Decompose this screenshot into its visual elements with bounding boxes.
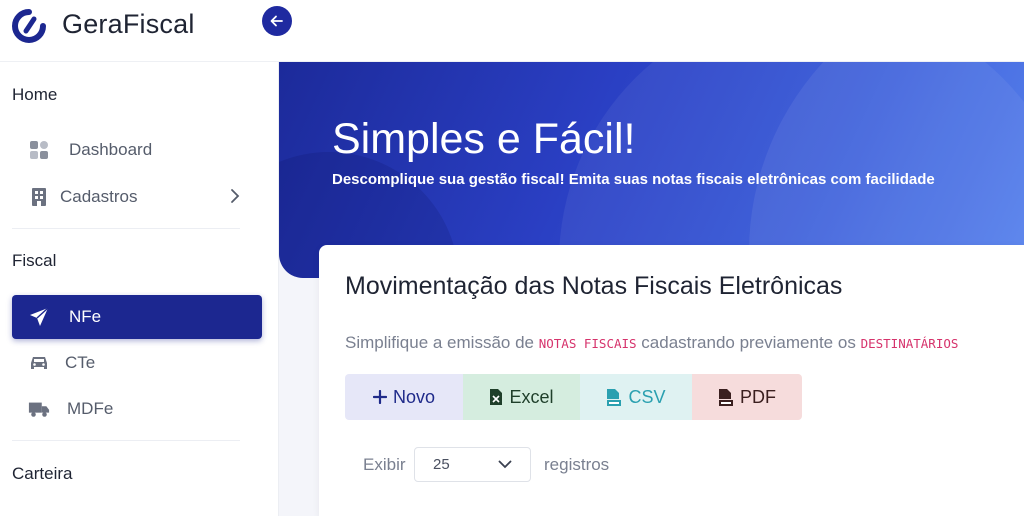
sidebar-item-cte[interactable]: CTe (12, 341, 262, 385)
new-button-label: Novo (392, 386, 436, 407)
dashboard-icon (28, 139, 50, 161)
top-header: GeraFiscal (0, 0, 1024, 62)
hero-title: Simples e Fácil! (332, 115, 636, 163)
card-description: Simplifique a emissão de NOTAS FISCAIS c… (345, 333, 958, 353)
show-label: Exibir (363, 455, 406, 474)
hero-subtitle: Descomplique sua gestão fiscal! Emita su… (332, 171, 935, 188)
section-title-carteira: Carteira (12, 464, 73, 483)
file-excel-icon (490, 389, 503, 405)
sidebar-item-label: Dashboard (69, 140, 153, 159)
page-length-value: 25 (433, 456, 450, 473)
sidebar-item-cadastros[interactable]: Cadastros (12, 175, 262, 219)
sidebar-item-dashboard[interactable]: Dashboard (12, 128, 262, 172)
building-icon (28, 186, 50, 208)
sidebar-item-label: Cadastros (60, 187, 138, 206)
nfe-card: Movimentação das Notas Fiscais Eletrônic… (319, 245, 1024, 516)
desc-text: Simplifique a emissão de (345, 333, 534, 352)
paper-plane-icon (28, 306, 50, 328)
desc-text: cadastrando previamente os (641, 333, 856, 352)
collapse-sidebar-button[interactable] (262, 6, 292, 36)
csv-button[interactable]: CSV (580, 374, 692, 420)
pdf-button-label: PDF (740, 386, 776, 407)
new-button[interactable]: Novo (345, 374, 463, 420)
desc-code-destinatarios: DESTINATÁRIOS (860, 336, 959, 351)
excel-button-label: Excel (509, 386, 554, 407)
page-length-select[interactable]: 25 (414, 447, 531, 482)
pdf-button[interactable]: PDF (692, 374, 802, 420)
main-content: Simples e Fácil! Descomplique sua gestão… (279, 62, 1024, 516)
truck-icon (28, 398, 50, 420)
chevron-right-icon (230, 188, 240, 209)
sidebar-item-nfe[interactable]: NFe (12, 295, 262, 339)
brand-name: GeraFiscal (62, 9, 195, 39)
export-button-group: Novo Excel CSV PDF (345, 374, 802, 420)
sidebar-item-label: NFe (69, 307, 102, 326)
csv-button-label: CSV (628, 386, 666, 407)
divider (12, 440, 240, 441)
section-title-fiscal: Fiscal (12, 251, 57, 270)
divider (12, 228, 240, 229)
desc-code-notas-fiscais: NOTAS FISCAIS (538, 336, 637, 351)
sidebar-item-mdfe[interactable]: MDFe (12, 387, 262, 431)
sidebar-item-label: MDFe (67, 399, 114, 418)
section-title-home: Home (12, 85, 58, 104)
sidebar: Home Dashboard Cadastros Fiscal NFe CTe … (0, 62, 279, 516)
excel-button[interactable]: Excel (463, 374, 580, 420)
file-csv-icon (607, 388, 622, 406)
plus-icon (372, 390, 387, 404)
arrow-left-icon (270, 15, 283, 27)
car-icon (28, 352, 50, 374)
sidebar-item-label: CTe (65, 353, 96, 372)
records-label: registros (544, 455, 610, 474)
chevron-down-icon (498, 460, 512, 469)
card-title: Movimentação das Notas Fiscais Eletrônic… (345, 272, 843, 300)
gerafiscal-logo-icon[interactable] (12, 9, 46, 43)
file-pdf-icon (719, 388, 733, 406)
